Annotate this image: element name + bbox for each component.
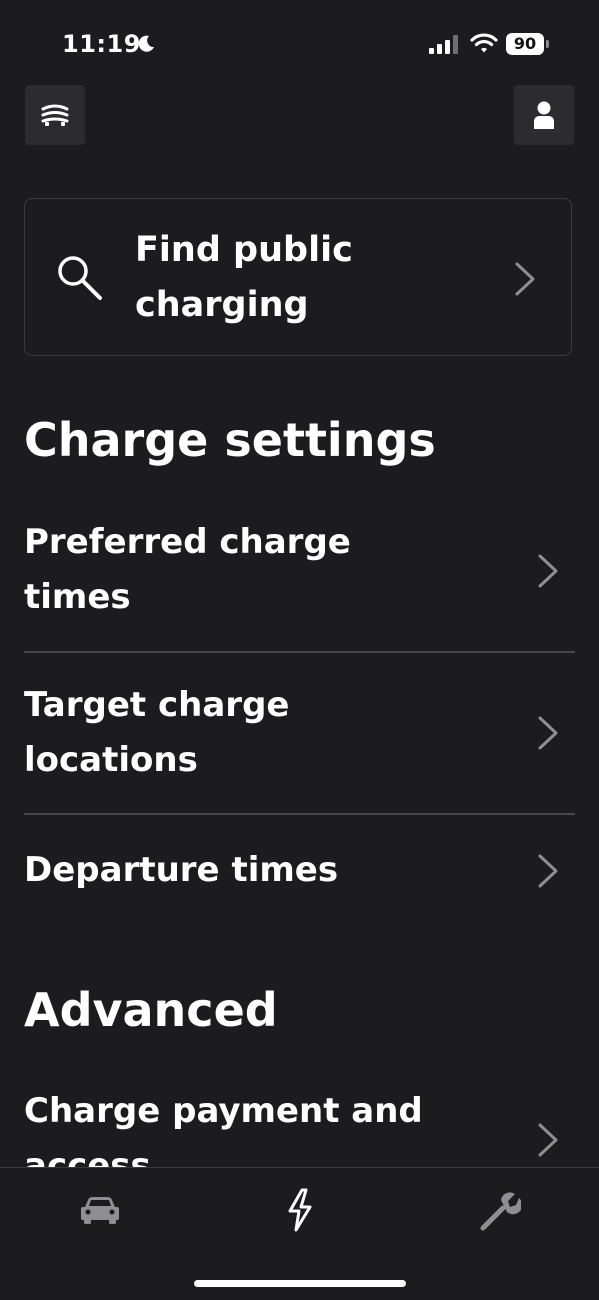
moon-icon <box>138 35 154 52</box>
preferred-charge-times-row[interactable]: Preferred charge times <box>24 515 575 652</box>
target-charge-locations-row[interactable]: Target charge locations <box>24 678 575 815</box>
lightning-icon[interactable] <box>284 1188 316 1232</box>
cellular-signal-icon <box>429 35 458 54</box>
chevron-right-icon <box>538 554 558 588</box>
wrench-icon[interactable] <box>479 1190 521 1232</box>
find-public-charging-label: Find public charging <box>135 230 353 325</box>
garage-button[interactable] <box>25 85 85 145</box>
row-label: Target charge locations <box>24 685 290 780</box>
person-icon <box>534 101 554 129</box>
search-icon <box>58 256 102 300</box>
battery-level: 90 <box>506 33 544 55</box>
departure-times-row[interactable]: Departure times <box>24 843 575 903</box>
home-indicator <box>194 1280 406 1287</box>
status-bar: 11:19 90 <box>0 0 599 88</box>
battery-icon: 90 <box>506 33 550 55</box>
divider <box>24 813 575 815</box>
chevron-right-icon <box>538 716 558 750</box>
find-public-charging-card[interactable]: Find public charging <box>24 198 572 356</box>
row-label: Preferred charge times <box>24 522 351 617</box>
profile-button[interactable] <box>514 85 574 145</box>
chevron-right-icon <box>538 1123 558 1157</box>
advanced-title: Advanced <box>24 983 278 1037</box>
charge-settings-title: Charge settings <box>24 413 436 467</box>
battery-tip <box>546 40 549 48</box>
status-time: 11:19 <box>62 30 141 58</box>
wifi-icon <box>470 33 498 53</box>
divider <box>24 651 575 653</box>
car-icon[interactable] <box>80 1196 120 1224</box>
chevron-right-icon <box>515 262 535 296</box>
row-label: Departure times <box>24 850 339 890</box>
chevron-right-icon <box>538 854 558 888</box>
garage-icon <box>41 104 69 126</box>
